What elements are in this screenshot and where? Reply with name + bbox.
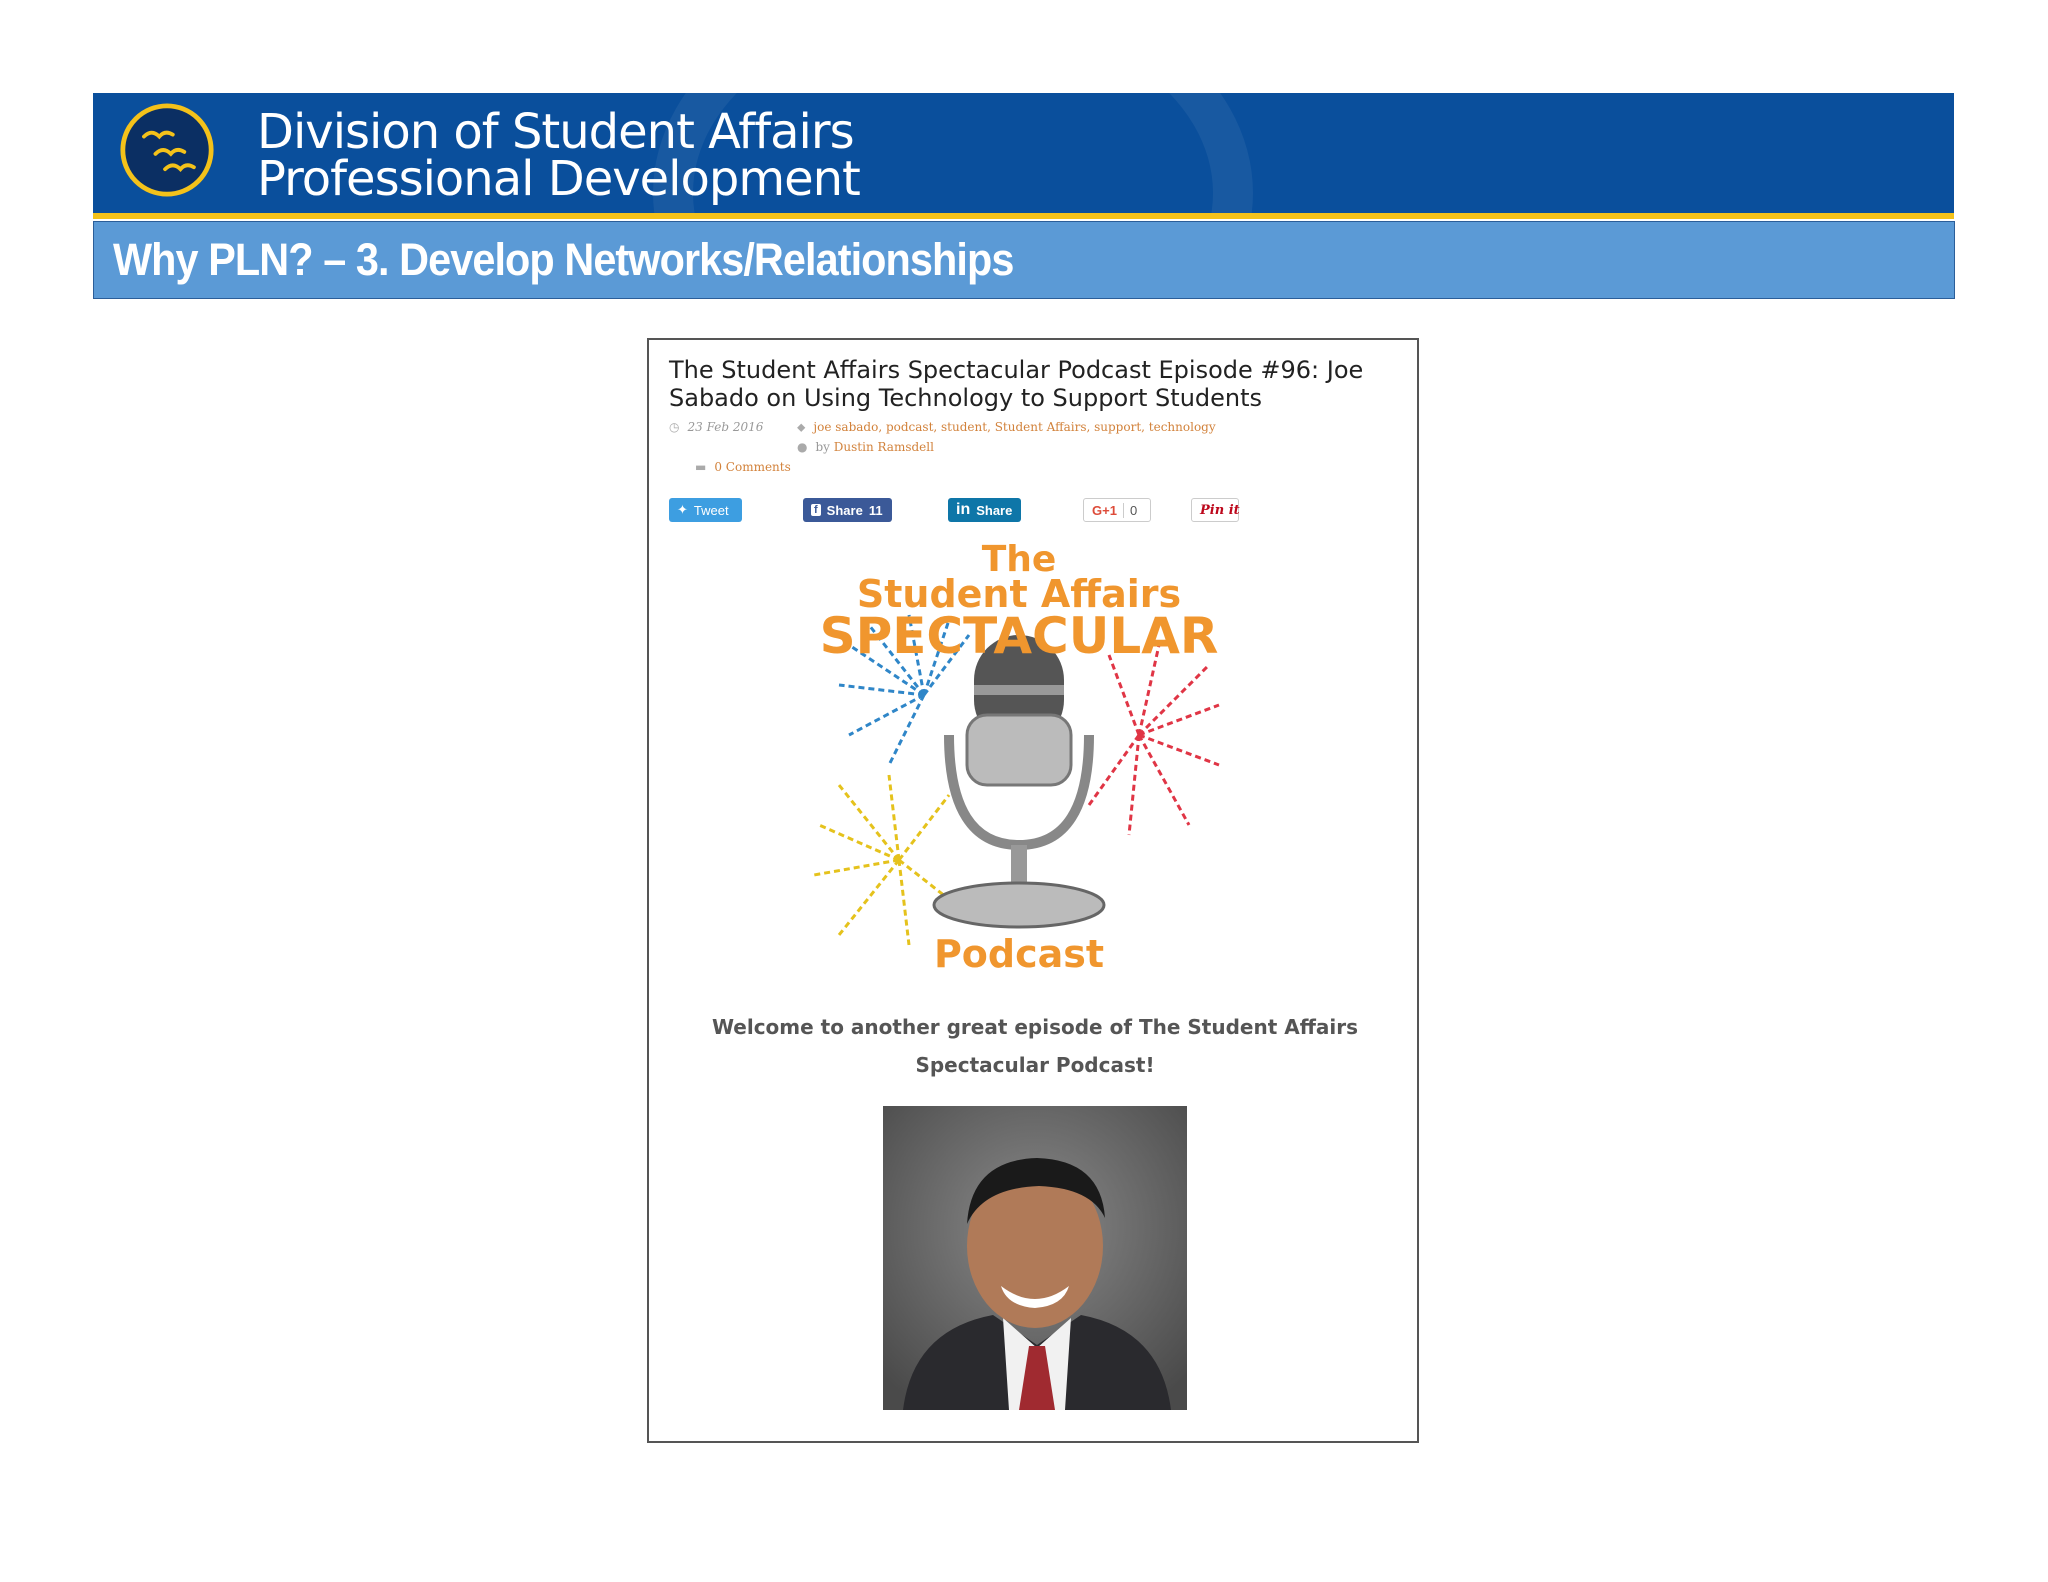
post-date-text: 23 Feb 2016 <box>687 420 764 434</box>
facebook-share-label: Share <box>826 502 863 518</box>
linkedin-icon: in <box>956 501 971 518</box>
author-prefix: by <box>815 440 830 454</box>
comments-link[interactable]: 0 Comments <box>714 460 790 474</box>
google-plus-label: G+1 <box>1092 502 1117 518</box>
pinterest-label: Pin it <box>1200 502 1240 518</box>
tweet-label: Tweet <box>693 502 729 518</box>
welcome-line-1: Welcome to another great episode of The … <box>711 1015 1359 1039</box>
post-title[interactable]: The Student Affairs Spectacular Podcast … <box>669 356 1389 412</box>
post-author: ● by Dustin Ramsdell <box>797 440 934 454</box>
tag-icon: ⬥ <box>797 420 806 434</box>
banner-gold-stripe <box>93 213 1954 219</box>
post-date: ◷ 23 Feb 2016 <box>669 420 763 434</box>
article-screenshot: The Student Affairs Spectacular Podcast … <box>647 338 1419 1443</box>
podcast-logo-spectacular: SPECTACULAR <box>820 607 1219 665</box>
user-icon: ● <box>797 440 808 454</box>
slide-title-bar: Why PLN? – 3. Develop Networks/Relations… <box>93 221 1955 299</box>
post-tags-links[interactable]: joe sabado, podcast, student, Student Af… <box>813 420 1215 434</box>
clock-icon: ◷ <box>669 420 680 434</box>
microphone-icon <box>932 635 1106 929</box>
firework-red <box>1087 644 1220 836</box>
birds-logo-icon <box>120 103 214 197</box>
pinterest-button[interactable]: Pin it <box>1191 498 1240 522</box>
firework-yellow <box>813 774 970 946</box>
comment-icon: ▬ <box>695 460 707 474</box>
slide-title: Why PLN? – 3. Develop Networks/Relations… <box>113 234 1014 285</box>
banner-title-line2: Professional Development <box>257 151 861 207</box>
header-banner: Division of Student Affairs Professional… <box>93 93 1954 213</box>
google-plus-button[interactable]: G+1 0 <box>1083 498 1151 522</box>
google-plus-count: 0 <box>1122 502 1137 518</box>
facebook-share-button[interactable]: f Share 11 <box>803 498 892 522</box>
banner-title-line1: Division of Student Affairs <box>257 104 855 160</box>
facebook-icon: f <box>811 504 821 516</box>
twitter-bird-icon: ✦ <box>677 502 688 517</box>
welcome-text: Welcome to another great episode of The … <box>689 1008 1381 1084</box>
author-link[interactable]: Dustin Ramsdell <box>834 440 934 454</box>
podcast-logo-podcast: Podcast <box>934 932 1104 975</box>
guest-photo <box>883 1106 1187 1410</box>
podcast-logo-image: The Student Affairs SPECTACULAR Podcast <box>813 539 1220 975</box>
post-comments: ▬ 0 Comments <box>695 460 791 474</box>
tweet-button[interactable]: ✦ Tweet <box>669 498 742 522</box>
linkedin-share-label: Share <box>976 502 1013 518</box>
welcome-line-2: Spectacular Podcast! <box>915 1053 1155 1077</box>
linkedin-share-button[interactable]: in Share <box>948 498 1021 522</box>
post-tags: ⬥ joe sabado, podcast, student, Student A… <box>797 420 1216 435</box>
facebook-share-count: 11 <box>868 502 883 518</box>
